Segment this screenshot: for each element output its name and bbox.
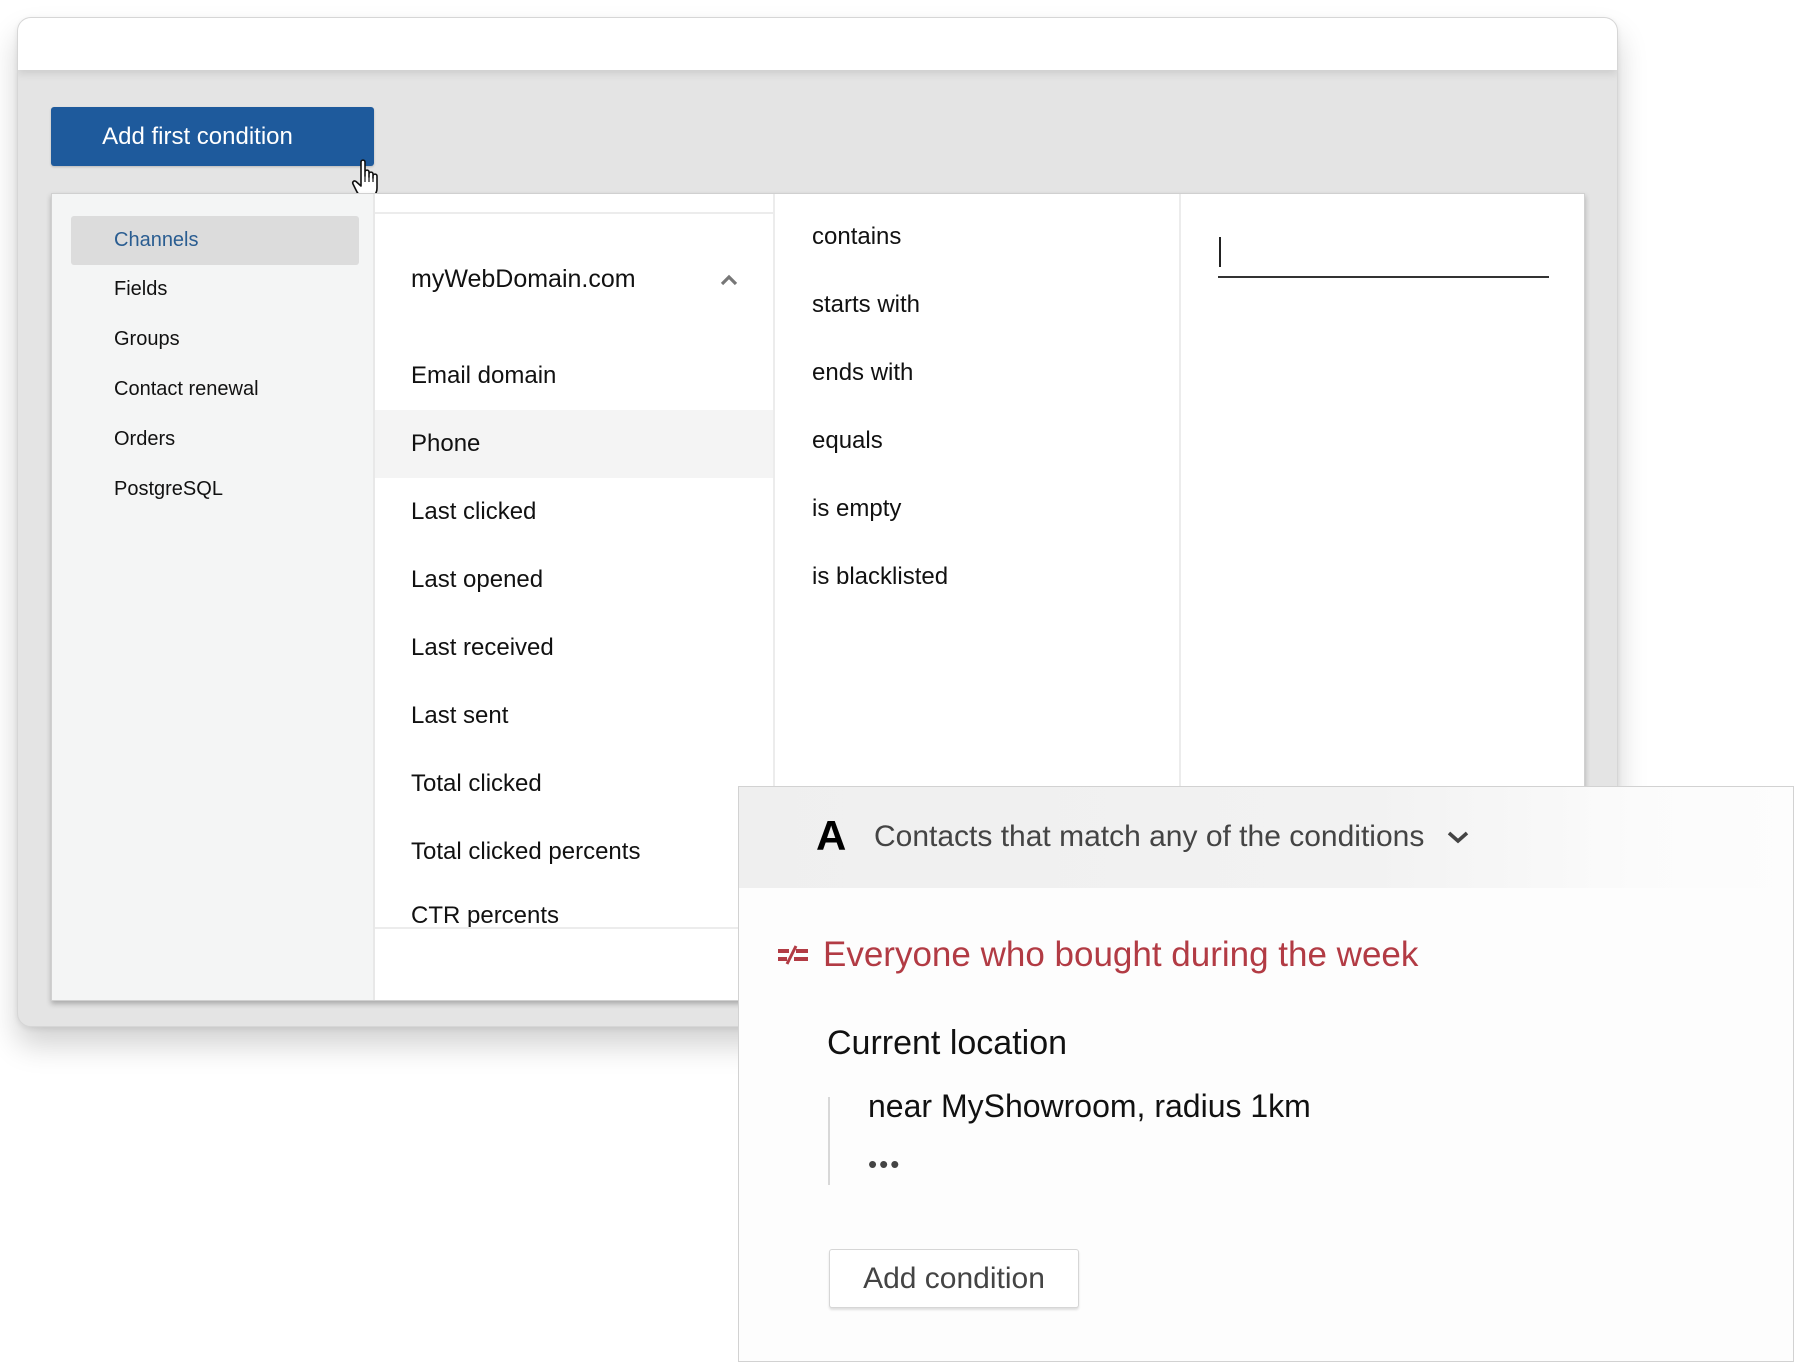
category-sidebar: Channels Fields Groups Contact renewal O… (52, 194, 375, 1000)
operator-is-empty[interactable]: is empty (777, 479, 1179, 539)
field-item-last-opened[interactable]: Last opened (375, 546, 773, 614)
sidebar-item-label: Groups (114, 328, 180, 350)
field-item-total-clicked[interactable]: Total clicked (375, 750, 773, 818)
more-options-icon[interactable]: ••• (868, 1149, 901, 1180)
add-first-condition-button[interactable]: Add first condition (51, 107, 374, 166)
operator-label: is blacklisted (812, 563, 949, 590)
field-item-phone[interactable]: Phone (375, 410, 773, 478)
field-item-label: Total clicked percents (411, 838, 641, 865)
sidebar-item-label: Orders (114, 428, 176, 450)
match-mode-label: Contacts that match any of the condition… (874, 820, 1425, 853)
operator-label: equals (812, 427, 883, 454)
sidebar-item-fields[interactable]: Fields (71, 265, 359, 314)
field-item-label: Email domain (411, 362, 557, 389)
field-item-ctr-percents[interactable]: CTR percents (375, 886, 773, 946)
chevron-down-icon (1448, 831, 1469, 844)
window-top-bar (18, 18, 1617, 70)
channel-group-label: myWebDomain.com (411, 264, 636, 293)
field-item-total-clicked-percents[interactable]: Total clicked percents (375, 818, 773, 886)
field-item-label: Last received (411, 634, 554, 661)
sidebar-item-groups[interactable]: Groups (71, 315, 359, 364)
field-item-label: Last clicked (411, 498, 537, 525)
divider (375, 927, 773, 929)
add-condition-label: Add condition (863, 1261, 1045, 1295)
operator-equals[interactable]: equals (777, 411, 1179, 471)
segment-card-header: A Contacts that match any of the conditi… (739, 787, 1793, 888)
sidebar-item-channels[interactable]: Channels (71, 216, 359, 265)
condition-group-label: Everyone who bought during the week (823, 935, 1419, 974)
chevron-up-icon[interactable] (719, 273, 739, 287)
field-item-last-sent[interactable]: Last sent (375, 682, 773, 750)
fields-column: myWebDomain.com Email domain Phone Last … (375, 194, 775, 1000)
field-item-last-clicked[interactable]: Last clicked (375, 478, 773, 546)
text-caret (1219, 237, 1221, 267)
sidebar-item-label: Contact renewal (114, 378, 259, 400)
sidebar-item-contact-renewal[interactable]: Contact renewal (71, 365, 359, 414)
field-item-label: Phone (411, 430, 481, 457)
condition-group-title[interactable]: Everyone who bought during the week (777, 935, 1418, 975)
sidebar-item-label: Channels (114, 229, 199, 251)
sidebar-item-postgresql[interactable]: PostgreSQL (71, 465, 359, 514)
operator-label: starts with (812, 291, 921, 318)
segment-card: A Contacts that match any of the conditi… (738, 786, 1794, 1362)
sidebar-item-label: Fields (114, 278, 168, 300)
operator-is-blacklisted[interactable]: is blacklisted (777, 547, 1179, 607)
condition-field-label: Current location (827, 1024, 1068, 1062)
field-item-label: Last opened (411, 566, 544, 593)
sidebar-item-label: PostgreSQL (114, 478, 223, 500)
match-mode-dropdown[interactable]: Contacts that match any of the condition… (874, 820, 1470, 854)
operator-label: is empty (812, 495, 902, 522)
segment-badge: A (816, 812, 847, 859)
divider (375, 212, 773, 214)
condition-value-input[interactable] (1218, 232, 1549, 278)
field-item-email-domain[interactable]: Email domain (375, 342, 773, 410)
not-equal-icon (778, 945, 808, 965)
operator-label: contains (812, 223, 902, 250)
operator-starts-with[interactable]: starts with (777, 275, 1179, 335)
sidebar-item-orders[interactable]: Orders (71, 415, 359, 464)
operator-ends-with[interactable]: ends with (777, 343, 1179, 403)
field-item-label: CTR percents (411, 902, 560, 929)
add-condition-button[interactable]: Add condition (829, 1249, 1079, 1308)
operator-label: ends with (812, 359, 914, 386)
field-item-label: Last sent (411, 702, 509, 729)
field-item-label: Total clicked (411, 770, 542, 797)
condition-value-text[interactable]: near MyShowroom, radius 1km (868, 1088, 1311, 1125)
add-first-condition-label: Add first condition (102, 122, 293, 150)
operator-contains[interactable]: contains (777, 207, 1179, 267)
field-item-last-received[interactable]: Last received (375, 614, 773, 682)
condition-block-rule (828, 1097, 830, 1185)
channel-group-header[interactable]: myWebDomain.com (375, 247, 773, 311)
